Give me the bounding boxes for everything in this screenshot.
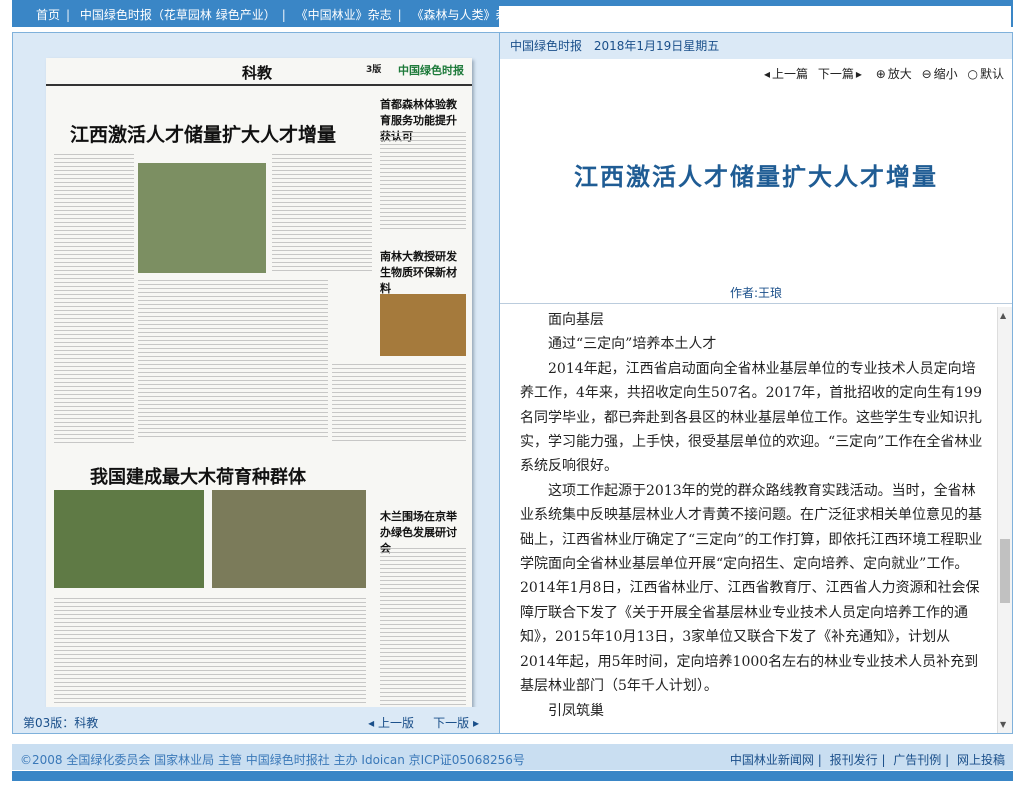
page-label[interactable]: 第03版：科教: [23, 714, 98, 731]
article-paragraph: 这项工作起源于2013年的党的群众路线教育实践活动。当时，全省林业系统集中反映基…: [520, 482, 983, 695]
date-label: 2018年1月19日星期五: [593, 39, 720, 53]
newspaper-footer: 第03版：科教 ◂ 上一版 下一版 ▸: [13, 707, 499, 733]
footer-link-submit[interactable]: 网上投稿: [957, 753, 1005, 767]
scroll-thumb[interactable]: [1000, 539, 1010, 603]
prev-article-link[interactable]: 上一篇: [772, 67, 808, 81]
scroll-up-icon[interactable]: ▲: [1000, 311, 1006, 320]
default-size-icon[interactable]: ○: [968, 67, 978, 81]
next-article-icon[interactable]: ▸: [856, 67, 862, 81]
zoom-out-button[interactable]: 缩小: [934, 67, 958, 81]
next-page-icon[interactable]: ▸: [473, 716, 479, 730]
article-panel: 中国绿色时报 2018年1月19日星期五 ◂ 上一篇 下一篇 ▸ ⊕ 放大 ⊖ 缩小 ○…: [500, 33, 1012, 733]
bottom-bar: ©2008 全国绿化委员会 国家林业局 主管 中国绿色时报社 主办 Idoica…: [12, 744, 1013, 770]
paper-photo-3: [212, 490, 366, 588]
next-page-link[interactable]: 下一版: [433, 716, 469, 730]
nav-home-link[interactable]: 首页: [36, 8, 60, 22]
prev-page-link[interactable]: 上一版: [378, 716, 414, 730]
paper-photo-1: [138, 163, 266, 273]
footer-link-news[interactable]: 中国林业新闻网: [730, 753, 814, 767]
paper-photo-2: [54, 490, 204, 588]
paper-photo-side: [380, 294, 466, 356]
newspaper-page-image[interactable]: 科教 3版 中国绿色时报 江西激活人才储量扩大人才增量 首都森林体验教育服务功能…: [46, 58, 472, 711]
article-author: 作者:王琅: [729, 286, 783, 300]
paper-page-no: 3版: [366, 65, 382, 75]
article-paragraph: 引凤筑巢: [548, 702, 604, 719]
scroll-down-icon[interactable]: ▼: [1000, 720, 1006, 729]
next-article-link[interactable]: 下一篇: [818, 67, 854, 81]
top-nav-bar: 首页 | 中国绿色时报（花草园林 绿色产业） | 《中国林业》杂志 | 《森林与人类》…: [12, 0, 1013, 706]
paper-headline-2[interactable]: 我国建成最大木荷育种群体: [90, 463, 306, 489]
article-header: 中国绿色时报 2018年1月19日星期五: [500, 33, 1012, 59]
footer-link-subscribe[interactable]: 报刊发行: [830, 753, 878, 767]
bottom-strip: [12, 771, 1013, 781]
source-label: 中国绿色时报: [510, 39, 583, 53]
zoom-in-button[interactable]: 放大: [888, 67, 912, 81]
article-body: 面向基层 通过“三定向”培养本土人才 2014年起，江西省启动面向全省林业基层单…: [520, 308, 985, 730]
article-paragraph: 通过“三定向”培养本土人才: [548, 336, 717, 353]
paper-section: 科教: [242, 64, 273, 82]
nav-china-forestry-link[interactable]: 《中国林业》杂志: [296, 8, 392, 22]
zoom-in-icon[interactable]: ⊕: [876, 67, 886, 81]
divider: [500, 303, 1012, 304]
article-toolbar: ◂ 上一篇 下一篇 ▸ ⊕ 放大 ⊖ 缩小 ○ 默认: [758, 65, 1004, 82]
paper-brand: 中国绿色时报: [398, 64, 464, 77]
copyright-text: ©2008 全国绿化委员会 国家林业局 主管 中国绿色时报社 主办 Idoica…: [20, 753, 525, 767]
newspaper-panel: 科教 3版 中国绿色时报 江西激活人才储量扩大人才增量 首都森林体验教育服务功能…: [13, 33, 500, 733]
prev-article-icon[interactable]: ◂: [764, 67, 770, 81]
prev-page-icon[interactable]: ◂: [368, 716, 374, 730]
bottom-links: 中国林业新闻网 | 报刊发行 | 广告刊例 | 网上投稿: [729, 753, 1005, 767]
article-paragraph: 2014年起，江西省启动面向全省林业基层单位的专业技术人员定向培养工作，4年来，…: [520, 360, 983, 475]
nav-green-times-link[interactable]: 中国绿色时报（花草园林 绿色产业）: [80, 8, 276, 22]
article-scrollbar[interactable]: ▲ ▼: [997, 307, 1012, 733]
article-title: 江西激活人才储量扩大人才增量: [574, 162, 938, 191]
article-paragraph: 面向基层: [548, 312, 604, 328]
zoom-out-icon[interactable]: ⊖: [922, 67, 932, 81]
top-nav: 首页 | 中国绿色时报（花草园林 绿色产业） | 《中国林业》杂志 | 《森林与人类》…: [36, 8, 520, 22]
paper-side-2[interactable]: 南林大教授研发生物质环保新材料: [380, 248, 466, 296]
footer-link-ads[interactable]: 广告刊例: [893, 753, 941, 767]
default-size-button[interactable]: 默认: [980, 67, 1004, 81]
main-frame: 科教 3版 中国绿色时报 江西激活人才储量扩大人才增量 首都森林体验教育服务功能…: [12, 32, 1013, 734]
paper-headline-1[interactable]: 江西激活人才储量扩大人才增量: [70, 120, 336, 147]
